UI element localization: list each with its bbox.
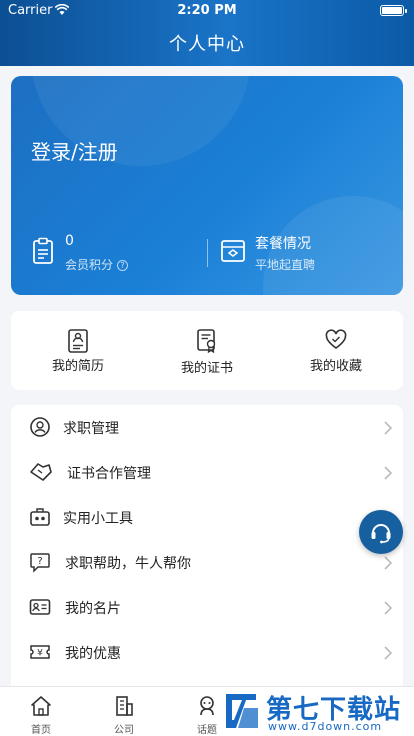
watermark-url: www.d7down.com — [268, 720, 383, 733]
menu-item-label: 求职管理 — [63, 421, 119, 437]
tab-label: 首页 — [31, 725, 51, 736]
menu-item-label: 我的名片 — [65, 601, 121, 617]
quick-link-label: 我的简历 — [51, 359, 104, 374]
quick-links: 我的简历 我的证书 我的收藏 — [11, 311, 403, 390]
help-chat-icon: ? — [30, 553, 50, 573]
points-label: 会员积分 — [65, 258, 114, 272]
heart-icon — [325, 329, 347, 349]
quick-link-resume[interactable]: 我的简历 — [13, 311, 143, 390]
quick-link-favorites[interactable]: 我的收藏 — [271, 311, 401, 390]
building-icon — [116, 696, 133, 716]
home-icon — [31, 696, 51, 716]
handshake-icon — [30, 463, 52, 481]
svg-text:¥: ¥ — [37, 649, 43, 659]
question-icon[interactable]: ? — [117, 260, 129, 271]
toolbox-icon — [30, 508, 50, 526]
menu-item-certificate-cooperation[interactable]: 证书合作管理 — [11, 450, 403, 495]
quick-link-label: 我的收藏 — [309, 359, 362, 374]
clock: 2:20 PM — [177, 3, 237, 18]
quick-link-label: 我的证书 — [180, 361, 233, 376]
menu-item-label: 求职帮助，牛人帮你 — [65, 556, 191, 572]
clipboard-icon — [33, 237, 53, 264]
package-subtitle: 平地起直聘 — [255, 258, 316, 272]
menu-item-label: 我的优惠 — [65, 646, 121, 662]
menu-item-label: 证书合作管理 — [67, 466, 151, 482]
battery-icon — [380, 5, 407, 16]
svg-text:?: ? — [37, 556, 42, 567]
chevron-right-icon — [384, 556, 393, 570]
menu-item-business-card[interactable]: 我的名片 — [11, 585, 403, 630]
coupon-icon: ¥ — [30, 645, 50, 659]
points-value: 0 — [65, 233, 74, 249]
chevron-right-icon — [384, 421, 393, 435]
page-title: 个人中心 — [169, 34, 245, 55]
menu-item-tools[interactable]: 实用小工具 — [11, 495, 403, 540]
menu-item-job-help[interactable]: ? 求职帮助，牛人帮你 — [11, 540, 403, 585]
chevron-right-icon — [384, 601, 393, 615]
stat-divider — [207, 239, 208, 267]
package-title: 套餐情况 — [255, 236, 311, 252]
package-icon — [221, 240, 245, 262]
certificate-icon — [197, 329, 216, 353]
app-header: Carrier 2:20 PM 个人中心 — [0, 0, 414, 66]
tab-label: 公司 — [114, 725, 134, 736]
chevron-right-icon — [384, 466, 393, 480]
resume-icon — [68, 329, 88, 353]
headset-icon — [371, 524, 391, 544]
topic-icon — [200, 696, 214, 716]
tab-company[interactable]: 公司 — [83, 687, 165, 736]
profile-card: 登录/注册 0 会员积分? 套餐情况 平地起直聘 — [11, 76, 403, 295]
menu-list: 求职管理 证书合作管理 实用小工具 ? 求职帮助，牛人帮你 我的名片 ¥ 我的优… — [11, 405, 403, 690]
customer-service-button[interactable] — [359, 510, 403, 554]
menu-item-discounts[interactable]: ¥ 我的优惠 — [11, 630, 403, 675]
menu-item-job-management[interactable]: 求职管理 — [11, 405, 403, 450]
business-card-icon — [29, 599, 51, 615]
status-bar: Carrier 2:20 PM — [0, 0, 414, 22]
quick-link-certificate[interactable]: 我的证书 — [142, 311, 272, 390]
chevron-right-icon — [384, 646, 393, 660]
tab-home[interactable]: 首页 — [0, 687, 82, 736]
points-label-wrap: 会员积分? — [65, 256, 129, 273]
login-register-link[interactable]: 登录/注册 — [31, 136, 118, 165]
watermark: 第七下载站 www.d7down.com — [222, 686, 412, 736]
user-circle-icon — [30, 417, 50, 437]
watermark-logo — [226, 694, 258, 728]
menu-item-label: 实用小工具 — [63, 511, 133, 527]
